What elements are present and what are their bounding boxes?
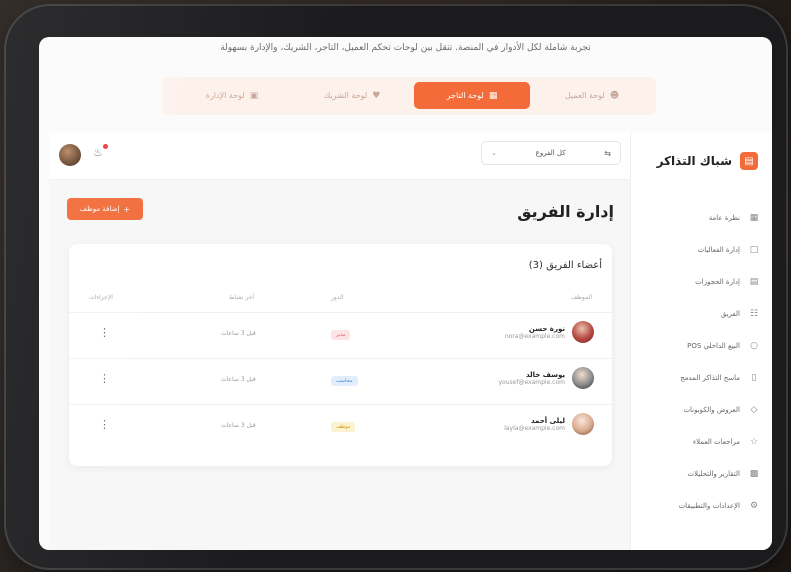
notification-dot bbox=[103, 144, 108, 149]
column-header: الدور bbox=[331, 294, 344, 301]
page-title: إدارة الفريق bbox=[517, 202, 614, 221]
role-badge: محاسب bbox=[331, 376, 358, 386]
mode-label: لوحة العميل bbox=[564, 91, 605, 100]
column-header: الإجراءات bbox=[89, 294, 113, 301]
sidebar-item-label: مراجعات العملاء bbox=[692, 438, 740, 446]
sidebar-item-label: إدارة الحجوزات bbox=[695, 278, 740, 286]
mode-merchant[interactable]: ▦ لوحة التاجر bbox=[414, 82, 530, 109]
topbar: ♨ ⇆ كل الفروع ⌄ bbox=[49, 132, 630, 180]
sidebar-item-events[interactable]: □ إدارة الفعاليات bbox=[638, 234, 760, 266]
member-cell: ليلى أحمد layla@example.com bbox=[504, 413, 594, 435]
bell-icon[interactable]: ♨ bbox=[93, 146, 103, 159]
grid-icon: ▦ bbox=[749, 213, 759, 223]
folder-icon: □ bbox=[749, 245, 759, 255]
sidebar-item-label: العروض والكوبونات bbox=[683, 406, 740, 414]
mode-customer[interactable]: ☻ لوحة العميل bbox=[534, 82, 650, 109]
column-header: آخر نشاط bbox=[229, 294, 254, 301]
brand[interactable]: ▤ شباك التذاكر bbox=[657, 152, 758, 170]
mode-label: لوحة الإدارة bbox=[205, 91, 245, 100]
swap-icon: ⇆ bbox=[604, 148, 611, 158]
member-name: ليلى أحمد bbox=[530, 416, 565, 425]
team-icon: ☷ bbox=[749, 309, 759, 319]
avatar bbox=[572, 367, 594, 389]
star-icon: ☆ bbox=[749, 437, 759, 447]
tablet-frame: تجربة شاملة لكل الأدوار في المنصة. تنقل … bbox=[4, 4, 788, 570]
settings-icon: ⚙ bbox=[749, 501, 759, 511]
member-cell: يوسف خالد yousef@example.com bbox=[498, 367, 594, 389]
column-header: الموظف bbox=[570, 294, 592, 301]
dashboard-icon: ▣ bbox=[249, 90, 259, 101]
add-employee-label: إضافة موظف bbox=[79, 205, 120, 213]
sidebar-item-team[interactable]: ☷ الفريق bbox=[638, 298, 760, 330]
store-icon: ▦ bbox=[488, 90, 498, 101]
table-row: ليلى أحمد layla@example.com موظف قبل 3 س… bbox=[69, 404, 612, 450]
tag-icon: ◇ bbox=[750, 405, 758, 415]
add-employee-button[interactable]: + إضافة موظف bbox=[67, 198, 143, 220]
mode-partner[interactable]: ♥ لوحة الشريك bbox=[294, 82, 410, 109]
dashboard-switcher: ☻ لوحة العميل ▦ لوحة التاجر ♥ لوحة الشري… bbox=[162, 77, 656, 115]
branch-select-value: كل الفروع bbox=[535, 149, 566, 157]
branch-select[interactable]: ⇆ كل الفروع ⌄ bbox=[481, 141, 621, 165]
member-cell: نورة حسن nora@example.com bbox=[505, 321, 594, 343]
member-email: nora@example.com bbox=[504, 332, 565, 340]
avatar bbox=[572, 413, 594, 435]
user-icon: ☻ bbox=[609, 90, 620, 101]
sidebar-nav: ▦ نظرة عامة □ إدارة الفعاليات ▤ إدارة الحجو… bbox=[638, 202, 760, 522]
sidebar-item-reviews[interactable]: ☆ مراجعات العملاء bbox=[638, 426, 760, 458]
sidebar-item-bookings[interactable]: ▤ إدارة الحجوزات bbox=[638, 266, 760, 298]
team-card: أعضاء الفريق (3) الموظف الدور آخر نشاط ا… bbox=[69, 244, 612, 466]
cart-icon: ○ bbox=[750, 341, 758, 351]
chevron-down-icon: ⌄ bbox=[491, 149, 497, 157]
sidebar-item-label: الإعدادات والتطبيقات bbox=[678, 502, 740, 510]
mode-admin[interactable]: ▣ لوحة الإدارة bbox=[174, 82, 290, 109]
handshake-icon: ♥ bbox=[372, 90, 381, 101]
chart-icon: ▩ bbox=[749, 469, 759, 479]
mode-label: لوحة الشريك bbox=[323, 91, 368, 100]
tagline: تجربة شاملة لكل الأدوار في المنصة. تنقل … bbox=[220, 43, 591, 53]
table-row: نورة حسن nora@example.com مدير قبل 3 ساع… bbox=[69, 312, 612, 358]
sidebar-item-offers[interactable]: ◇ العروض والكوبونات bbox=[638, 394, 760, 426]
brand-name: شباك التذاكر bbox=[656, 154, 732, 168]
sidebar-item-label: نظرة عامة bbox=[708, 214, 740, 222]
add-user-icon: + bbox=[123, 204, 131, 214]
sidebar-item-reports[interactable]: ▩ التقارير والتحليلات bbox=[638, 458, 760, 490]
member-email: layla@example.com bbox=[504, 424, 565, 432]
app-screen: تجربة شاملة لكل الأدوار في المنصة. تنقل … bbox=[39, 37, 772, 550]
table-header: الموظف الدور آخر نشاط الإجراءات bbox=[69, 294, 612, 308]
more-icon[interactable]: ⋮ bbox=[99, 326, 110, 339]
avatar bbox=[572, 321, 594, 343]
team-card-title: أعضاء الفريق (3) bbox=[528, 260, 602, 271]
member-email: yousef@example.com bbox=[498, 378, 565, 386]
sidebar-item-pos[interactable]: ○ البيع الداخلي POS bbox=[638, 330, 760, 362]
sidebar-item-scanner[interactable]: ▯ ماسح التذاكر المدمج bbox=[638, 362, 760, 394]
last-activity: قبل 3 ساعات bbox=[221, 330, 256, 337]
sidebar-item-label: ماسح التذاكر المدمج bbox=[680, 374, 740, 382]
table-row: يوسف خالد yousef@example.com محاسب قبل 3… bbox=[69, 358, 612, 404]
sidebar-item-label: الفريق bbox=[720, 310, 740, 318]
main-content: إدارة الفريق + إضافة موظف أعضاء الفريق (… bbox=[49, 180, 630, 550]
member-name: يوسف خالد bbox=[525, 370, 565, 379]
clipboard-icon: ▤ bbox=[749, 277, 759, 287]
sidebar-item-label: إدارة الفعاليات bbox=[697, 246, 740, 254]
sidebar-item-label: البيع الداخلي POS bbox=[687, 342, 740, 350]
user-avatar[interactable] bbox=[59, 144, 81, 166]
sidebar-item-overview[interactable]: ▦ نظرة عامة bbox=[638, 202, 760, 234]
role-badge: مدير bbox=[331, 330, 351, 340]
phone-scan-icon: ▯ bbox=[751, 373, 757, 383]
sidebar: ▤ شباك التذاكر ▦ نظرة عامة □ إدارة الفعالي… bbox=[630, 132, 772, 550]
ticket-logo-icon: ▤ bbox=[740, 152, 758, 170]
last-activity: قبل 3 ساعات bbox=[221, 422, 256, 429]
sidebar-item-label: التقارير والتحليلات bbox=[687, 470, 740, 478]
member-name: نورة حسن bbox=[528, 324, 565, 333]
sidebar-item-settings[interactable]: ⚙ الإعدادات والتطبيقات bbox=[638, 490, 760, 522]
more-icon[interactable]: ⋮ bbox=[99, 418, 110, 431]
last-activity: قبل 3 ساعات bbox=[221, 376, 256, 383]
more-icon[interactable]: ⋮ bbox=[99, 372, 110, 385]
mode-label: لوحة التاجر bbox=[446, 91, 484, 100]
role-badge: موظف bbox=[331, 422, 356, 432]
